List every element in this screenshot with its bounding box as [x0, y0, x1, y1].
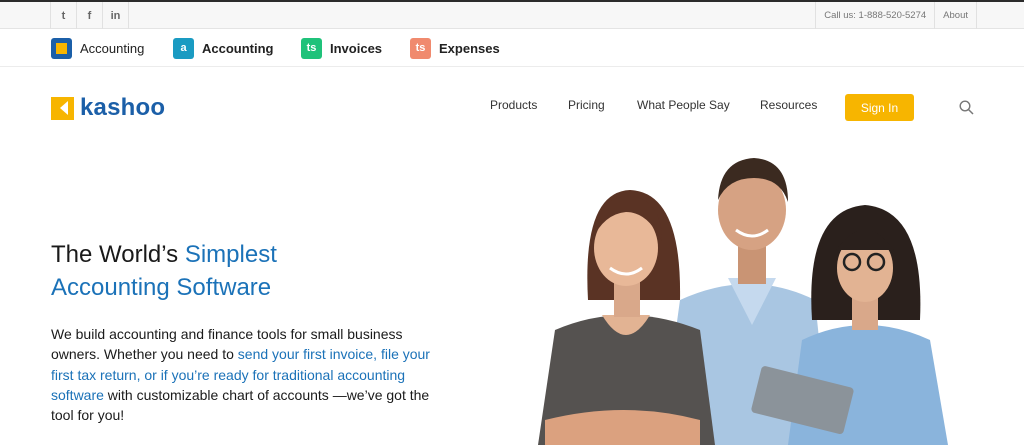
hero-body-text-2: with customizable chart of accounts —we’… — [51, 386, 430, 424]
expenses-app-icon: ts — [410, 37, 431, 59]
call-us-text[interactable]: Call us: 1-888-520-5274 — [815, 2, 934, 29]
twitter-icon[interactable]: t — [51, 2, 77, 29]
kashoo-mark — [56, 42, 67, 54]
hero-title-highlight: Simplest — [184, 241, 277, 268]
product-label: Accounting — [80, 40, 145, 56]
product-label: Expenses — [439, 40, 500, 56]
hero-title-line2: Accounting Software — [51, 274, 272, 301]
search-icon[interactable] — [959, 100, 974, 115]
top-right-links: Call us: 1-888-520-5274 About — [815, 2, 977, 29]
nav-what-people-say[interactable]: What People Say — [637, 98, 730, 118]
kashoo-logo-icon — [51, 37, 72, 59]
sign-in-button[interactable]: Sign In — [845, 94, 914, 121]
kashoo-k-icon — [51, 96, 74, 120]
hero-people-illustration — [538, 158, 948, 445]
accounting-app-icon: a — [173, 37, 194, 59]
logo-wordmark: kashoo — [80, 94, 166, 121]
top-utility-bar: t f in Call us: 1-888-520-5274 About — [0, 0, 1024, 29]
kashoo-logo[interactable]: kashoo — [51, 94, 166, 121]
product-accounting[interactable]: a Accounting — [173, 37, 274, 59]
product-label: Accounting — [202, 40, 274, 56]
product-switcher: Accounting a Accounting ts Invoices ts E… — [0, 29, 1024, 67]
nav-resources[interactable]: Resources — [760, 98, 817, 118]
invoices-app-icon: ts — [301, 37, 322, 59]
product-expenses[interactable]: ts Expenses — [410, 37, 500, 59]
product-kashoo-accounting[interactable]: Accounting — [51, 37, 144, 59]
social-links: t f in — [50, 2, 129, 29]
hero-title: The World’s Simplest Accounting Software — [51, 238, 277, 304]
nav-products[interactable]: Products — [490, 98, 537, 118]
hero-title-part1: The World’s — [51, 241, 185, 268]
hero-description: We build accounting and finance tools fo… — [51, 324, 441, 425]
nav-pricing[interactable]: Pricing — [568, 98, 605, 118]
product-label: Invoices — [330, 40, 383, 56]
linkedin-icon[interactable]: in — [103, 2, 129, 29]
about-link[interactable]: About — [934, 2, 977, 29]
facebook-icon[interactable]: f — [77, 2, 103, 29]
product-invoices[interactable]: ts Invoices — [301, 37, 382, 59]
